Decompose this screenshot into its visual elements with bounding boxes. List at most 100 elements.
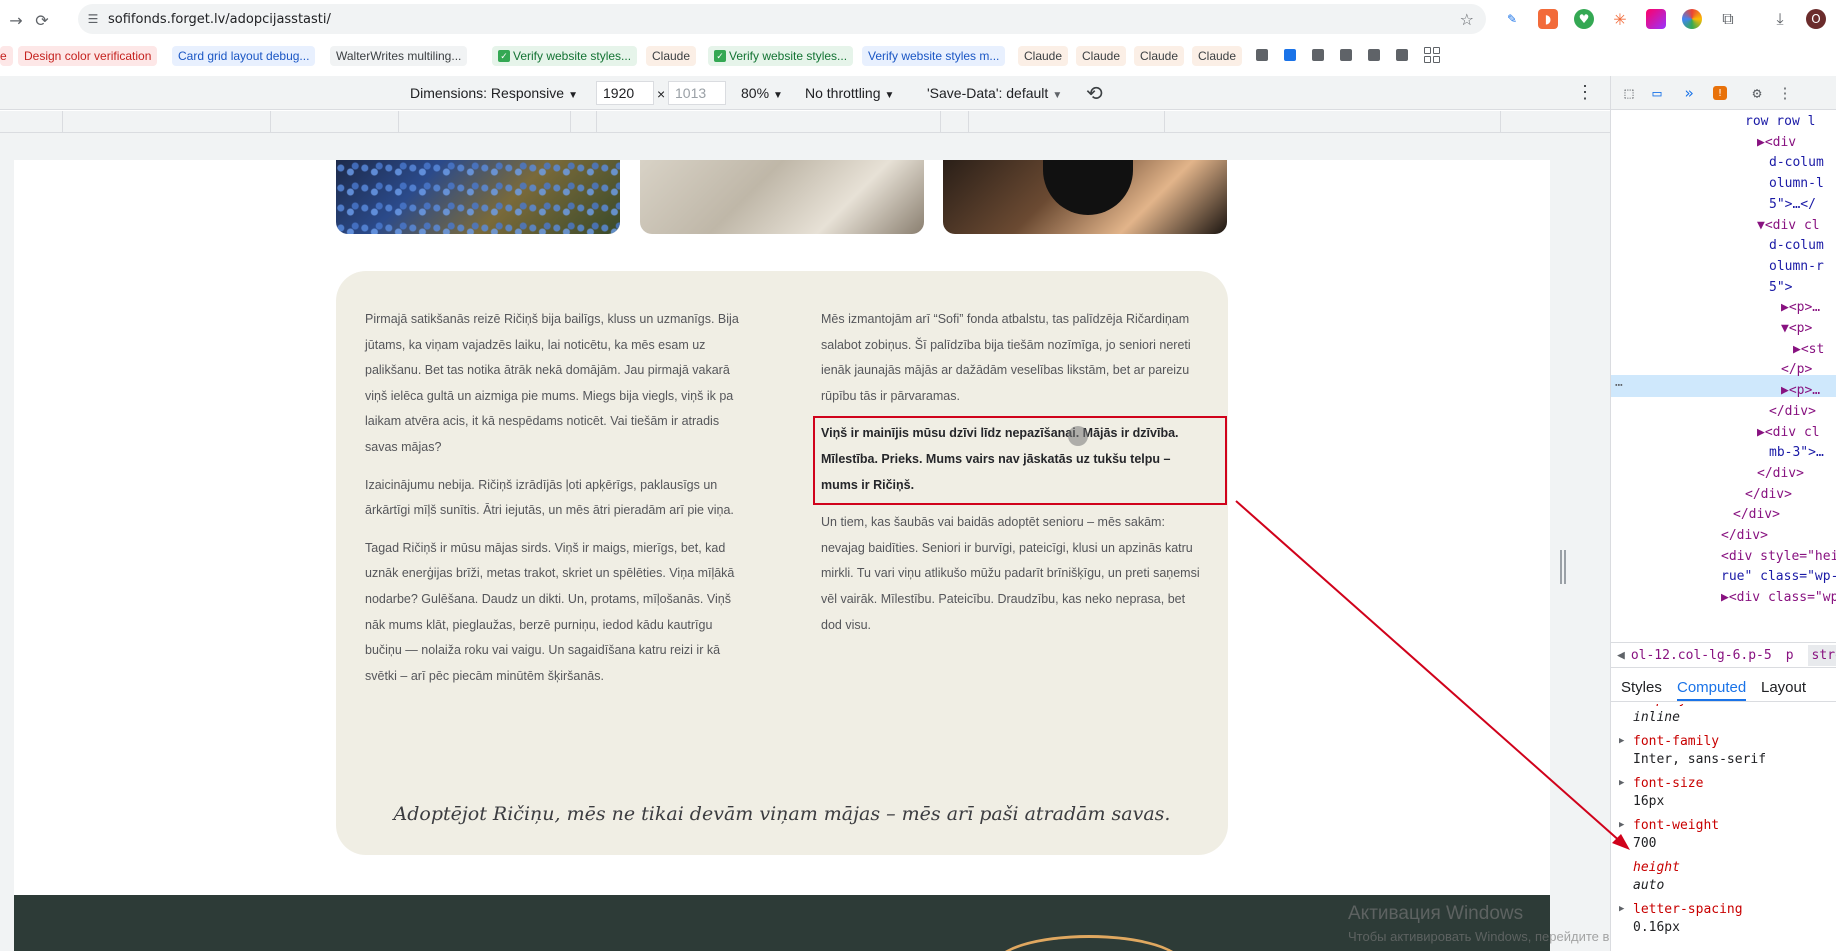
breadcrumb-scroll-left-icon[interactable]: ◀ <box>1611 648 1631 663</box>
devtools-menu-icon[interactable]: ⋮ <box>1775 83 1795 103</box>
dom-node-line[interactable]: rue" class="wp- <box>1721 569 1836 584</box>
expand-triangle-icon[interactable]: ▶ <box>1619 736 1624 746</box>
computed-property[interactable]: ▶ font-family Inter, sans-serif <box>1619 734 1766 767</box>
story-paragraph: Un tiem, kas šaubās vai baidās adoptēt s… <box>821 515 1200 632</box>
dom-node-line[interactable]: <div style="hei <box>1721 549 1836 564</box>
extension-claude-icon[interactable]: ✳ <box>1610 9 1630 29</box>
site-settings-icon[interactable]: ☰ <box>78 12 108 26</box>
breadcrumb-item[interactable]: p <box>1786 648 1794 663</box>
dom-node-line[interactable]: ▶<div cl <box>1757 425 1820 440</box>
dom-node-line[interactable]: olumn-r <box>1769 259 1824 274</box>
download-icon[interactable]: ⤓ <box>1770 9 1790 29</box>
dom-node-line[interactable]: ▶<p>… <box>1781 383 1820 398</box>
dom-node-line[interactable]: </p> <box>1781 362 1812 377</box>
browser-toolbar: → ⟳ ☰ sofifonds.forget.lv/adopcijasstast… <box>0 0 1836 40</box>
dom-node-line[interactable]: ▼<div cl <box>1757 218 1820 233</box>
computed-property[interactable]: ▶ letter-spacing 0.16px <box>1619 902 1743 935</box>
reload-icon[interactable]: ⟳ <box>28 6 56 34</box>
bookmark-item[interactable]: Card grid layout debug... <box>172 46 316 66</box>
dom-node-line[interactable]: 5"> <box>1769 280 1792 295</box>
dom-node-line[interactable]: </div> <box>1757 466 1804 481</box>
bookmark-item[interactable]: Claude <box>1192 46 1243 66</box>
computed-property[interactable]: display inline <box>1633 704 1688 725</box>
more-options-icon[interactable]: ⋮ <box>1576 82 1594 103</box>
bookmarks-bar: e Design color verification Card grid la… <box>0 42 1836 70</box>
dimensions-dropdown[interactable]: Dimensions: Responsive ▼ <box>410 85 578 101</box>
tab-layout[interactable]: Layout <box>1761 679 1806 696</box>
dom-node-line[interactable]: ▶<div <box>1757 135 1796 150</box>
expand-triangle-icon[interactable]: ▶ <box>1619 778 1624 788</box>
bookmark-folder-icon[interactable] <box>1284 49 1296 61</box>
save-data-dropdown[interactable]: 'Save-Data': default ▼ <box>927 85 1062 101</box>
issues-badge-icon[interactable]: ! <box>1713 86 1727 100</box>
bookmark-item[interactable]: Claude <box>1076 46 1127 66</box>
property-name: font-size <box>1633 776 1704 791</box>
more-tabs-icon[interactable]: » <box>1679 83 1699 103</box>
bookmark-item[interactable]: Claude <box>1018 46 1069 66</box>
rotate-icon[interactable]: ⟲ <box>1086 81 1103 106</box>
dom-node-line[interactable]: ▼<p> <box>1781 321 1812 336</box>
device-toggle-icon[interactable]: ▭ <box>1647 83 1667 103</box>
dom-node-line[interactable]: d-colum <box>1769 238 1824 253</box>
node-ellipsis-icon[interactable]: ⋯ <box>1615 378 1623 393</box>
zoom-dropdown[interactable]: 80% ▼ <box>741 85 783 101</box>
dom-node-line[interactable]: </div> <box>1745 487 1792 502</box>
bookmark-folder-icon[interactable] <box>1396 49 1408 61</box>
dom-node-line[interactable]: 5">…</ <box>1769 197 1816 212</box>
inspect-element-icon[interactable]: ⬚ <box>1619 83 1639 103</box>
dom-node-line[interactable]: ▶<div class="wp <box>1721 590 1836 605</box>
dom-node-line[interactable]: </div> <box>1769 404 1816 419</box>
breadcrumb-item[interactable]: ol-12.col-lg-6.p-5 <box>1631 648 1772 663</box>
address-bar[interactable]: ☰ sofifonds.forget.lv/adopcijasstasti/ ☆ <box>78 4 1486 34</box>
dom-node-line[interactable]: ▶<st <box>1793 342 1824 357</box>
bookmark-folder-icon[interactable] <box>1312 49 1324 61</box>
profile-avatar[interactable]: O <box>1806 9 1826 29</box>
computed-property[interactable]: height auto <box>1633 860 1680 893</box>
extensions-puzzle-icon[interactable]: ⧉ <box>1718 9 1738 29</box>
tab-styles[interactable]: Styles <box>1621 679 1662 696</box>
apps-grid-icon[interactable] <box>1424 47 1440 63</box>
extension-gradient-icon[interactable] <box>1646 9 1666 29</box>
bookmark-item[interactable]: Claude <box>1134 46 1185 66</box>
throttling-dropdown[interactable]: No throttling ▼ <box>805 85 894 101</box>
dom-node-line[interactable]: mb-3">… <box>1769 445 1824 460</box>
dom-node-line[interactable]: ▶<p>… <box>1781 300 1820 315</box>
bookmark-partial[interactable]: e <box>0 46 13 66</box>
computed-property[interactable]: ▶ font-size 16px <box>1619 776 1704 809</box>
expand-triangle-icon[interactable]: ▶ <box>1619 904 1624 914</box>
bookmark-item[interactable]: ✓ Verify website styles... <box>708 46 854 66</box>
media-query-ruler <box>0 111 1610 133</box>
dom-node-line[interactable]: </div> <box>1733 507 1780 522</box>
forward-icon[interactable]: → <box>2 6 30 34</box>
dom-node-line[interactable]: d-colum <box>1769 155 1824 170</box>
bookmark-item[interactable]: WalterWrites multiling... <box>330 46 468 66</box>
expand-triangle-icon[interactable]: ▶ <box>1619 820 1624 830</box>
height-input[interactable]: 1013 <box>668 81 726 105</box>
throttling-label: No throttling <box>805 85 881 101</box>
story-card: Pirmajā satikšanās reizē Ričiņš bija bai… <box>336 271 1228 855</box>
bookmark-item[interactable]: Verify website styles m... <box>862 46 1006 66</box>
dom-node-line[interactable]: olumn-l <box>1769 176 1824 191</box>
extension-rss-icon[interactable]: ◗ <box>1538 9 1558 29</box>
extension-color-icon[interactable] <box>1682 9 1702 29</box>
computed-property[interactable]: ▶ font-weight 700 <box>1619 818 1719 851</box>
extension-heart-icon[interactable]: ♥ <box>1574 9 1594 29</box>
width-input[interactable]: 1920 <box>596 81 654 105</box>
bookmark-star-icon[interactable]: ☆ <box>1460 10 1474 29</box>
dom-node-line[interactable]: </div> <box>1721 528 1768 543</box>
tab-computed[interactable]: Computed <box>1677 679 1747 701</box>
viewport-resize-handle[interactable] <box>1560 550 1566 584</box>
bookmark-item[interactable]: ✓ Verify website styles... <box>492 46 638 66</box>
bookmark-folder-icon[interactable] <box>1340 49 1352 61</box>
breadcrumb-item-selected[interactable]: strong <box>1807 644 1836 666</box>
settings-gear-icon[interactable]: ⚙ <box>1747 83 1767 103</box>
caret-down-icon: ▼ <box>568 90 578 101</box>
bookmark-folder-icon[interactable] <box>1368 49 1380 61</box>
extension-pen-icon[interactable]: ✎ <box>1502 9 1522 29</box>
dom-node-line[interactable]: row row l <box>1745 114 1815 129</box>
bookmark-folder-icon[interactable] <box>1256 49 1268 61</box>
bookmark-item[interactable]: Design color verification <box>18 46 158 66</box>
bookmark-item[interactable]: Claude <box>646 46 697 66</box>
computed-properties: display inline ▶ font-family Inter, sans… <box>1611 704 1836 951</box>
property-name: letter-spacing <box>1633 902 1743 917</box>
